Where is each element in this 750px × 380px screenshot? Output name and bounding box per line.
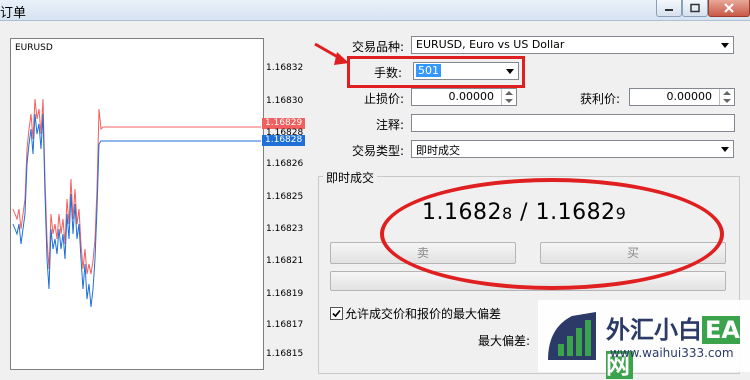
take-profit-spinner[interactable]: 0.00000 (629, 88, 735, 106)
price-tick: 1.16817 (266, 320, 304, 330)
bid-price-tag: 1.16828 (262, 135, 305, 146)
price-tick: 1.16826 (266, 159, 304, 169)
tick-chart: EURUSD (10, 38, 264, 370)
close-button[interactable] (708, 0, 750, 17)
minimize-icon (665, 9, 673, 11)
group-title: 即时成交 (323, 169, 378, 186)
symbol-select[interactable]: EURUSD, Euro vs US Dollar (411, 36, 734, 54)
price-tick: 1.16825 (266, 192, 304, 202)
take-profit-label: 获利价: (580, 92, 621, 106)
minimize-button[interactable] (656, 0, 682, 17)
price-axis: 1.16832 1.16830 1.16826 1.16825 1.16823 … (262, 38, 312, 368)
take-profit-value: 0.00000 (666, 90, 713, 103)
spinner-buttons[interactable] (501, 89, 516, 105)
comment-label: 注释: (376, 118, 405, 132)
order-type-select[interactable]: 即时成交 (411, 140, 734, 158)
order-type-value: 即时成交 (416, 144, 460, 157)
checkmark-icon (332, 309, 341, 318)
watermark-title: 外汇小白 EA网 (606, 316, 740, 379)
price-tick: 1.16823 (266, 224, 304, 234)
highlight-box (347, 56, 525, 88)
price-tick: 1.16819 (266, 289, 304, 299)
bid-line (12, 113, 261, 308)
price-tick: 1.16832 (266, 63, 304, 73)
chevron-down-icon (721, 43, 729, 48)
close-icon (724, 3, 734, 13)
chevron-down-icon (721, 147, 729, 152)
bar-chart-logo-icon (548, 312, 596, 360)
arrow-up-icon (723, 91, 731, 95)
price-tick: 1.16815 (266, 349, 304, 359)
arrow-down-icon (505, 99, 513, 103)
highlight-ellipse (380, 178, 724, 290)
symbol-label: 交易品种: (352, 40, 405, 54)
window-title: 订单 (0, 6, 27, 21)
tick-chart-plot (12, 98, 261, 308)
deviation-checkbox[interactable] (330, 307, 343, 320)
price-tick: 1.16830 (266, 96, 304, 106)
maximize-icon (690, 3, 700, 13)
stop-loss-label: 止损价: (364, 92, 405, 106)
comment-input[interactable] (411, 114, 735, 132)
price-tick: 1.16821 (266, 256, 304, 266)
stop-loss-value: 0.00000 (448, 90, 495, 103)
deviation-checkbox-label: 允许成交价和报价的最大偏差 (345, 307, 502, 321)
spinner-buttons[interactable] (719, 89, 734, 105)
max-deviation-label: 最大偏差: (478, 334, 531, 348)
watermark-url: www.waihui333.com (610, 346, 734, 360)
arrow-down-icon (723, 99, 731, 103)
order-type-label: 交易类型: (352, 144, 405, 158)
stop-loss-spinner[interactable]: 0.00000 (411, 88, 517, 106)
red-arrow-icon (314, 42, 349, 65)
watermark: 外汇小白 EA网 www.waihui333.com (538, 300, 750, 379)
title-bar: 订单 (0, 0, 750, 21)
symbol-select-value: EURUSD, Euro vs US Dollar (416, 38, 565, 51)
maximize-button[interactable] (682, 0, 708, 17)
arrow-up-icon (505, 91, 513, 95)
